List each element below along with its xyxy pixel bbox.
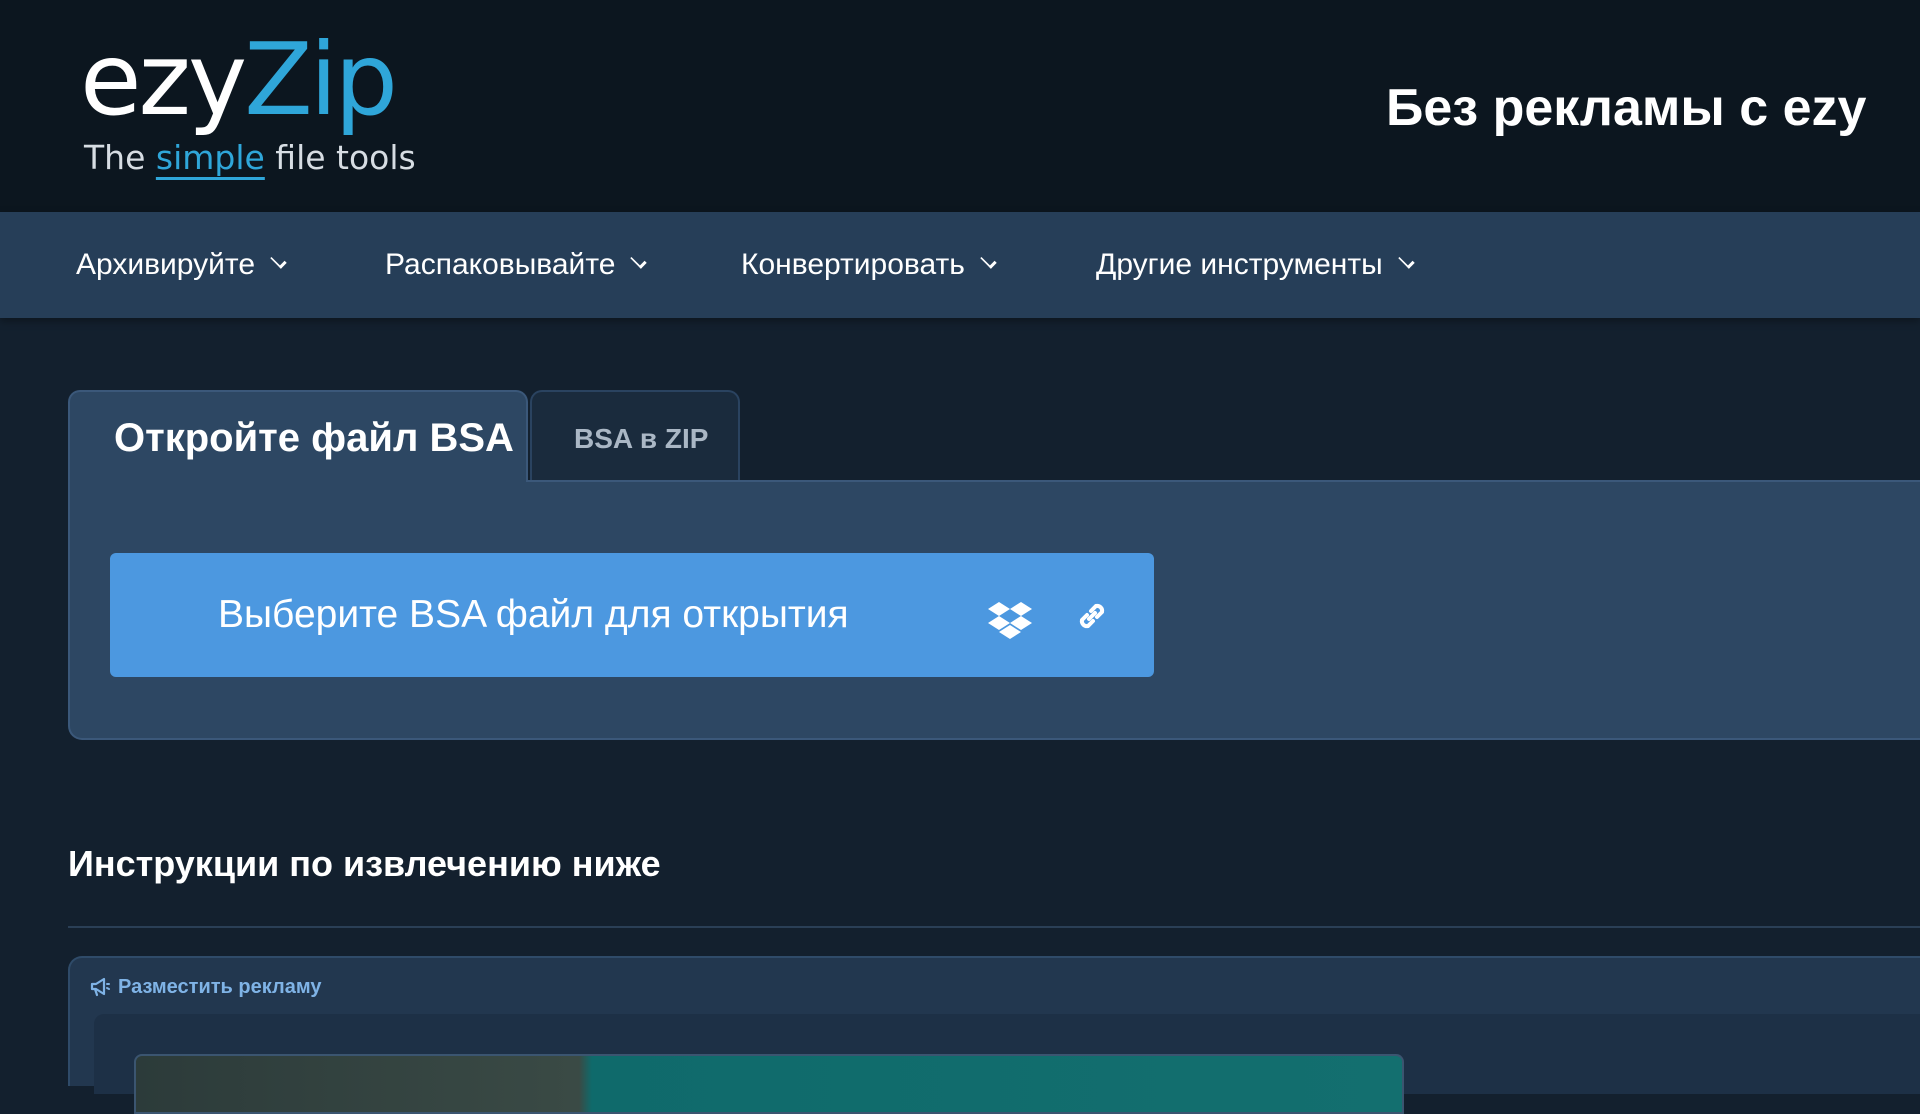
advertise-link[interactable]: Разместить рекламу xyxy=(90,974,321,1000)
nav-item-convert[interactable]: Конвертировать xyxy=(741,246,997,284)
nav-item-label: Конвертировать xyxy=(741,248,965,281)
choose-file-label: Выберите BSA файл для открытия xyxy=(218,593,849,636)
ad-heading: Без рекламы с ezy xyxy=(1386,79,1867,137)
tab-bsa-to-zip[interactable]: BSA в ZIP xyxy=(530,390,740,482)
chevron-down-icon xyxy=(980,252,997,269)
link-icon[interactable] xyxy=(1074,598,1110,634)
nav-item-label: Распаковывайте xyxy=(385,248,616,281)
chevron-down-icon xyxy=(270,252,287,269)
logo-wordmark: ezyZip xyxy=(80,20,398,140)
logo-tagline: The simple file tools xyxy=(84,138,416,178)
advertise-label: Разместить рекламу xyxy=(118,976,322,998)
ad-container: Разместить рекламу xyxy=(68,956,1920,1114)
tagline-highlight: simple xyxy=(155,138,265,177)
dropbox-icon[interactable] xyxy=(988,600,1032,640)
nav-item-archive[interactable]: Архивируйте xyxy=(76,246,287,284)
section-divider xyxy=(68,926,1920,928)
megaphone-icon xyxy=(90,977,110,997)
logo-zip: Zip xyxy=(244,21,398,138)
ad-content xyxy=(94,1014,1920,1114)
ad-image[interactable] xyxy=(134,1054,1404,1114)
nav-item-label: Архивируйте xyxy=(76,248,256,281)
tab-open-bsa[interactable]: Откройте файл BSA xyxy=(68,390,528,482)
main-nav: Архивируйте Распаковывайте Конвертироват… xyxy=(0,212,1920,318)
ezyzip-logo[interactable]: ezyZip The simple file tools xyxy=(80,20,416,190)
tagline-before: The xyxy=(84,138,156,177)
chevron-down-icon xyxy=(1397,252,1415,269)
tagline-after: file tools xyxy=(264,138,416,177)
nav-item-other-tools[interactable]: Другие инструменты xyxy=(1096,246,1415,284)
tab-label: BSA в ZIP xyxy=(574,423,709,454)
nav-item-label: Другие инструменты xyxy=(1096,248,1383,281)
chevron-down-icon xyxy=(630,252,648,269)
logo-ezy: ezy xyxy=(80,21,247,138)
nav-item-extract[interactable]: Распаковывайте xyxy=(385,246,648,284)
tab-label: Откройте файл BSA xyxy=(114,416,514,460)
instructions-title: Инструкции по извлечению ниже xyxy=(68,843,661,884)
